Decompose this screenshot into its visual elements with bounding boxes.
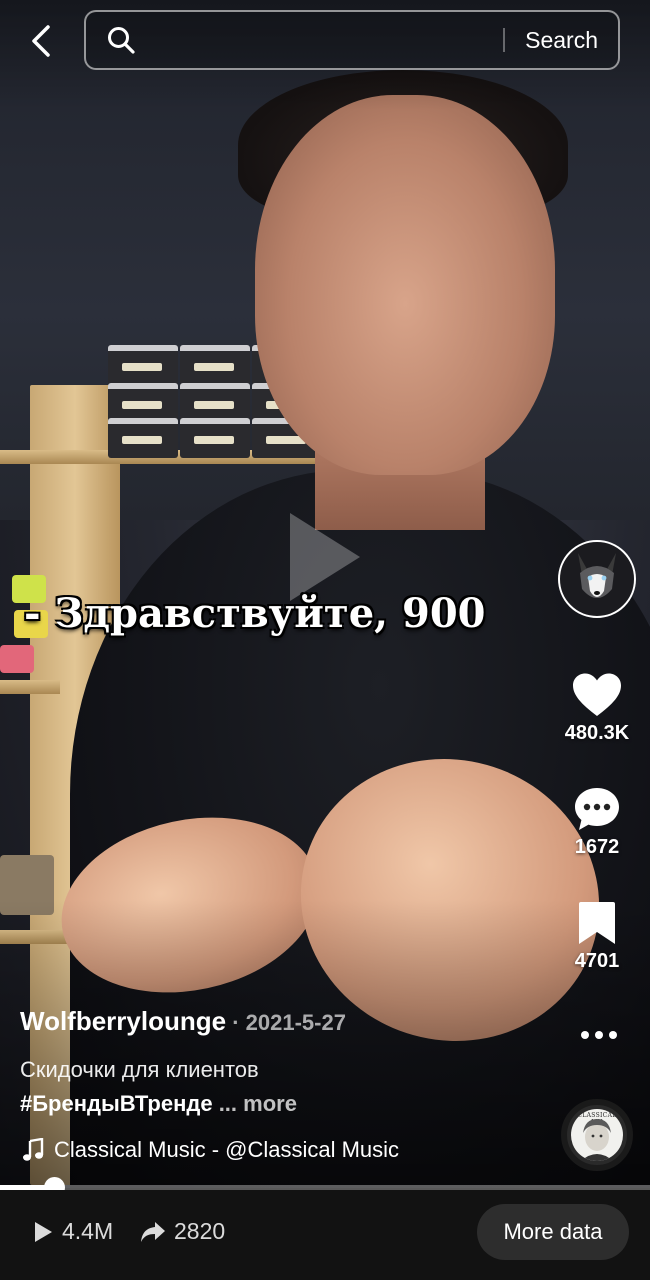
search-bar[interactable]: Search bbox=[84, 10, 620, 70]
shares-count: 2820 bbox=[174, 1218, 226, 1244]
author-line: Wolfberrylounge · 2021-5-27 bbox=[20, 1006, 346, 1037]
heart-icon bbox=[573, 673, 621, 716]
more-link[interactable]: more bbox=[243, 1091, 297, 1116]
husky-avatar-icon bbox=[578, 553, 616, 598]
storage-box bbox=[180, 345, 250, 385]
share-arrow-icon bbox=[141, 1221, 165, 1242]
more-data-button[interactable]: More data bbox=[477, 1204, 629, 1260]
play-icon[interactable] bbox=[290, 513, 360, 601]
video-subtitle: - Здравствуйте, 900 bbox=[24, 590, 486, 637]
hashtag-line: #БрендыВТренде ... more bbox=[20, 1091, 297, 1117]
storage-box bbox=[180, 383, 250, 423]
storage-box bbox=[180, 418, 250, 458]
comment-button[interactable]: 1672 bbox=[552, 786, 642, 859]
comment-count: 1672 bbox=[574, 836, 620, 858]
storage-box bbox=[108, 418, 178, 458]
bottom-stats-bar: 4.4M 2820 More data bbox=[0, 1190, 650, 1280]
music-note-icon bbox=[23, 1138, 44, 1161]
album-cover: CLASSICAL MU bbox=[571, 1109, 623, 1161]
date-separator: · bbox=[226, 1010, 246, 1035]
post-date: 2021-5-27 bbox=[245, 1010, 346, 1035]
person-face bbox=[255, 95, 555, 475]
author-avatar[interactable] bbox=[558, 540, 636, 618]
search-icon bbox=[108, 27, 135, 54]
search-input[interactable] bbox=[136, 12, 504, 68]
storage-box bbox=[108, 383, 178, 423]
music-title: Classical Music - @Classical Music bbox=[54, 1137, 400, 1162]
post-description: Скидочки для клиентов bbox=[20, 1057, 259, 1082]
like-button[interactable]: 480.3K bbox=[552, 672, 642, 745]
ellipsis-icon bbox=[581, 1031, 589, 1039]
shelf-board bbox=[0, 680, 60, 694]
shares-stat: 2820 bbox=[140, 1218, 225, 1245]
ellipsis-icon bbox=[595, 1031, 603, 1039]
like-count: 480.3K bbox=[564, 722, 630, 744]
views-count: 4.4M bbox=[62, 1218, 114, 1244]
search-button[interactable]: Search bbox=[505, 27, 618, 54]
music-disc[interactable]: CLASSICAL MU bbox=[561, 1099, 633, 1171]
hashtag-link[interactable]: #БрендыВТренде bbox=[20, 1091, 213, 1116]
bookmark-icon bbox=[579, 902, 615, 944]
chevron-left-icon bbox=[32, 25, 50, 57]
jar bbox=[0, 645, 34, 673]
ellipsis-text: ... bbox=[212, 1091, 244, 1116]
save-count: 4701 bbox=[574, 950, 620, 972]
save-button[interactable]: 4701 bbox=[552, 900, 642, 973]
comment-bubble-icon bbox=[575, 788, 619, 830]
music-info[interactable]: Classical Music - @Classical Music bbox=[22, 1137, 399, 1163]
author-name[interactable]: Wolfberrylounge bbox=[20, 1006, 226, 1036]
views-stat: 4.4M bbox=[32, 1218, 113, 1245]
back-button[interactable] bbox=[20, 20, 62, 62]
ellipsis-icon bbox=[609, 1031, 617, 1039]
composer-portrait-icon bbox=[581, 1119, 613, 1161]
storage-box bbox=[108, 345, 178, 385]
more-options-button[interactable] bbox=[574, 1020, 624, 1050]
video-screen: - Здравствуйте, 900 Search 480.3K 1672 4… bbox=[0, 0, 650, 1280]
play-icon bbox=[35, 1221, 52, 1242]
